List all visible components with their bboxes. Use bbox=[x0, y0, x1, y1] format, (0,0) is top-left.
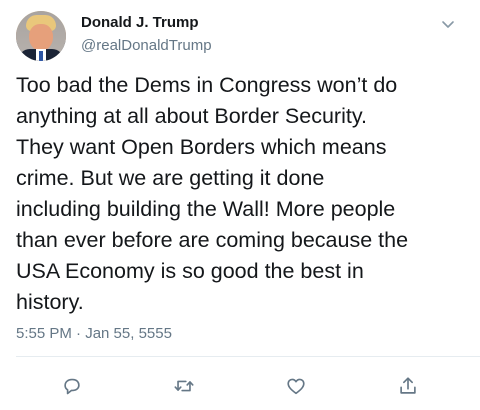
tweet-text: Too bad the Dems in Congress won’t do an… bbox=[16, 73, 409, 314]
avatar-tie bbox=[39, 51, 43, 61]
reply-icon[interactable] bbox=[60, 374, 84, 398]
avatar[interactable] bbox=[16, 11, 66, 61]
author-handle[interactable]: @realDonaldTrump bbox=[81, 37, 212, 54]
author-display-name[interactable]: Donald J. Trump bbox=[81, 14, 199, 31]
like-icon[interactable] bbox=[284, 374, 308, 398]
share-icon[interactable] bbox=[396, 374, 420, 398]
avatar-face bbox=[29, 24, 53, 51]
chevron-down-icon[interactable] bbox=[440, 16, 456, 32]
retweet-icon[interactable] bbox=[172, 374, 196, 398]
tweet-timestamp[interactable]: 5:55 PM · Jan 55, 5555 bbox=[16, 325, 172, 342]
divider bbox=[16, 356, 480, 357]
action-bar bbox=[0, 374, 480, 398]
